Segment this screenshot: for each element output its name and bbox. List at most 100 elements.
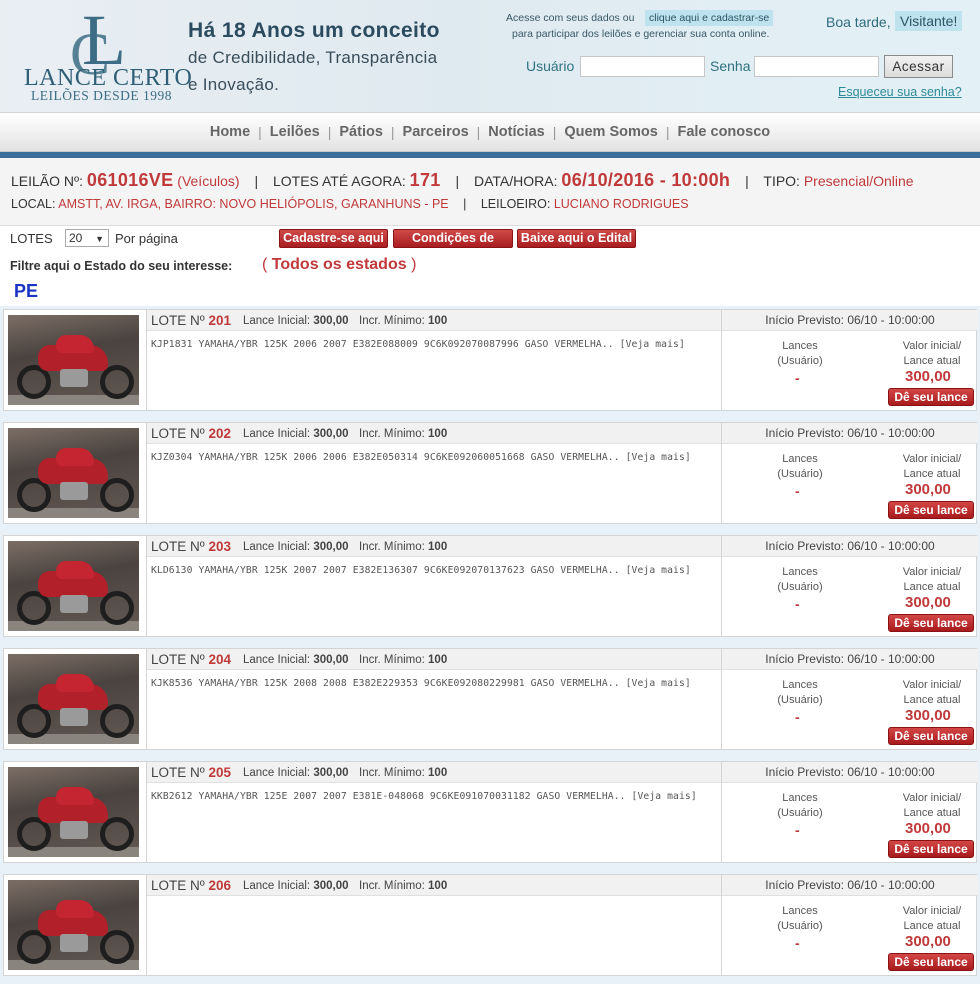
conditions-button[interactable]: Condições de Venda: [393, 229, 513, 262]
auction-info: LEILÃO Nº: 061016VE (Veículos) | LOTES A…: [0, 158, 980, 226]
motorcycle-tank: [56, 448, 94, 466]
bid-button[interactable]: Dê seu lance: [888, 388, 974, 406]
lances-label-line: Lances: [782, 566, 818, 578]
lances-label-line: (Usuário): [777, 468, 823, 480]
lances-count: -: [795, 709, 800, 725]
login-hint-suffix: para participar dos leilões e gerenciar …: [512, 28, 770, 40]
filter-label: Filtre aqui o Estado do seu interesse:: [10, 259, 233, 273]
lot-photo[interactable]: [8, 767, 139, 857]
lot-start-time: Início Previsto: 06/10 - 10:00:00: [722, 762, 978, 783]
site-header: C L LANCE CERTO LEILÕES DESDE 1998 Há 18…: [0, 0, 980, 112]
state-filter: ( Todos os estados ): [262, 256, 416, 274]
nav-parceiros[interactable]: Parceiros: [395, 124, 477, 140]
password-input[interactable]: [754, 56, 879, 77]
lot-card: LOTE Nº 205 Lance Inicial: 300,00 Incr. …: [0, 758, 980, 871]
lot-description[interactable]: KLD6130 YAMAHA/YBR 125K 2007 2007 E382E1…: [151, 563, 719, 578]
nav-patios[interactable]: Pátios: [331, 124, 391, 140]
lot-photo[interactable]: [8, 428, 139, 518]
motorcycle-tank: [56, 335, 94, 353]
lot-card: LOTE Nº 201 Lance Inicial: 300,00 Incr. …: [0, 306, 980, 419]
lot-title: LOTE Nº 202: [151, 426, 231, 441]
lot-description[interactable]: KKB2612 YAMAHA/YBR 125E 2007 2007 E381E-…: [151, 789, 719, 804]
valor-label-line: Valor inicial/: [902, 679, 962, 691]
nav-noticias[interactable]: Notícias: [480, 124, 552, 140]
lances-label-line: (Usuário): [777, 581, 823, 593]
valor-label-line: Valor inicial/: [902, 453, 962, 465]
separator: |: [745, 173, 749, 189]
lot-description[interactable]: KJZ0304 YAMAHA/YBR 125K 2006 2006 E382E0…: [151, 450, 719, 465]
lot-label: LOTE Nº: [151, 878, 205, 893]
lot-incr-minimo: Incr. Mínimo: 100: [359, 428, 447, 440]
lot-frame: LOTE Nº 206 Lance Inicial: 300,00 Incr. …: [3, 874, 978, 976]
lances-label-line: (Usuário): [777, 694, 823, 706]
incr-minimo-label: Incr. Mínimo:: [359, 880, 425, 892]
lance-inicial-label: Lance Inicial:: [243, 541, 311, 553]
lances-count: -: [795, 822, 800, 838]
lot-incr-minimo: Incr. Mínimo: 100: [359, 880, 447, 892]
state-pe-link[interactable]: PE: [14, 281, 38, 302]
lances-label: Lances (Usuário): [762, 904, 838, 934]
lance-inicial-label: Lance Inicial:: [243, 428, 311, 440]
lot-label: LOTE Nº: [151, 313, 205, 328]
lances-count: -: [795, 483, 800, 499]
incr-minimo-value: 100: [428, 767, 448, 779]
lot-header: LOTE Nº 205 Lance Inicial: 300,00 Incr. …: [147, 762, 722, 783]
nav-quem-somos[interactable]: Quem Somos: [556, 124, 665, 140]
paren-open: (: [262, 256, 268, 273]
lances-label: Lances (Usuário): [762, 678, 838, 708]
username-label: Usuário: [526, 58, 575, 74]
lance-inicial-label: Lance Inicial:: [243, 880, 311, 892]
motorcycle-engine: [60, 369, 88, 387]
username-input[interactable]: [580, 56, 705, 77]
all-states-link[interactable]: Todos os estados: [272, 256, 407, 273]
auction-leiloeiro: LUCIANO RODRIGUES: [553, 197, 689, 211]
lot-title: LOTE Nº 204: [151, 652, 231, 667]
lance-inicial-label: Lance Inicial:: [243, 767, 311, 779]
lot-photo[interactable]: [8, 315, 139, 405]
lot-header: LOTE Nº 202 Lance Inicial: 300,00 Incr. …: [147, 423, 722, 444]
lot-description[interactable]: KJK8536 YAMAHA/YBR 125K 2008 2008 E382E2…: [151, 676, 719, 691]
lot-title: LOTE Nº 205: [151, 765, 231, 780]
nav-home[interactable]: Home: [202, 124, 258, 140]
motorcycle-engine: [60, 595, 88, 613]
incr-minimo-label: Incr. Mínimo:: [359, 541, 425, 553]
bid-button[interactable]: Dê seu lance: [888, 614, 974, 632]
lot-number: 202: [208, 426, 231, 441]
lot-photo[interactable]: [8, 541, 139, 631]
lot-description[interactable]: KJP1831 YAMAHA/YBR 125K 2006 2007 E382E0…: [151, 337, 719, 352]
lot-lance-inicial: Lance Inicial: 300,00: [243, 880, 349, 892]
valor-label-line: Lance atual: [903, 468, 961, 480]
lotes-label: LOTES ATÉ AGORA:: [272, 173, 406, 189]
lot-photo[interactable]: [8, 654, 139, 744]
bid-button[interactable]: Dê seu lance: [888, 840, 974, 858]
edital-button[interactable]: Baixe aqui o Edital: [517, 229, 636, 248]
current-value: 300,00: [905, 368, 951, 385]
motorcycle-tank: [56, 900, 94, 918]
nav-leiloes[interactable]: Leilões: [262, 124, 328, 140]
lances-label-line: Lances: [782, 340, 818, 352]
lot-lance-inicial: Lance Inicial: 300,00: [243, 767, 349, 779]
nav-fale-conosco[interactable]: Fale conosco: [669, 124, 778, 140]
chevron-down-icon: ▼: [95, 234, 104, 244]
lot-label: LOTE Nº: [151, 539, 205, 554]
separator: |: [254, 173, 259, 189]
logo-tagline: LEILÕES DESDE 1998: [31, 88, 172, 103]
register-button[interactable]: Cadastre-se aqui: [279, 229, 388, 248]
lot-frame: LOTE Nº 201 Lance Inicial: 300,00 Incr. …: [3, 309, 978, 411]
lot-details: LOTE Nº 204 Lance Inicial: 300,00 Incr. …: [146, 649, 722, 749]
bid-button[interactable]: Dê seu lance: [888, 501, 974, 519]
current-value: 300,00: [905, 933, 951, 950]
per-page-select[interactable]: 20 ▼: [65, 229, 109, 247]
bid-button[interactable]: Dê seu lance: [888, 727, 974, 745]
lot-number: 206: [208, 878, 231, 893]
lances-label: Lances (Usuário): [762, 565, 838, 595]
forgot-password-link[interactable]: Esqueceu sua senha?: [838, 85, 962, 99]
password-label: Senha: [710, 58, 751, 74]
bid-button[interactable]: Dê seu lance: [888, 953, 974, 971]
current-value: 300,00: [905, 820, 951, 837]
valor-label-line: Valor inicial/: [902, 340, 962, 352]
register-link[interactable]: clique aqui e cadastrar-se: [645, 10, 774, 26]
login-button[interactable]: Acessar: [884, 55, 953, 78]
incr-minimo-value: 100: [428, 880, 448, 892]
lance-inicial-value: 300,00: [313, 654, 349, 666]
